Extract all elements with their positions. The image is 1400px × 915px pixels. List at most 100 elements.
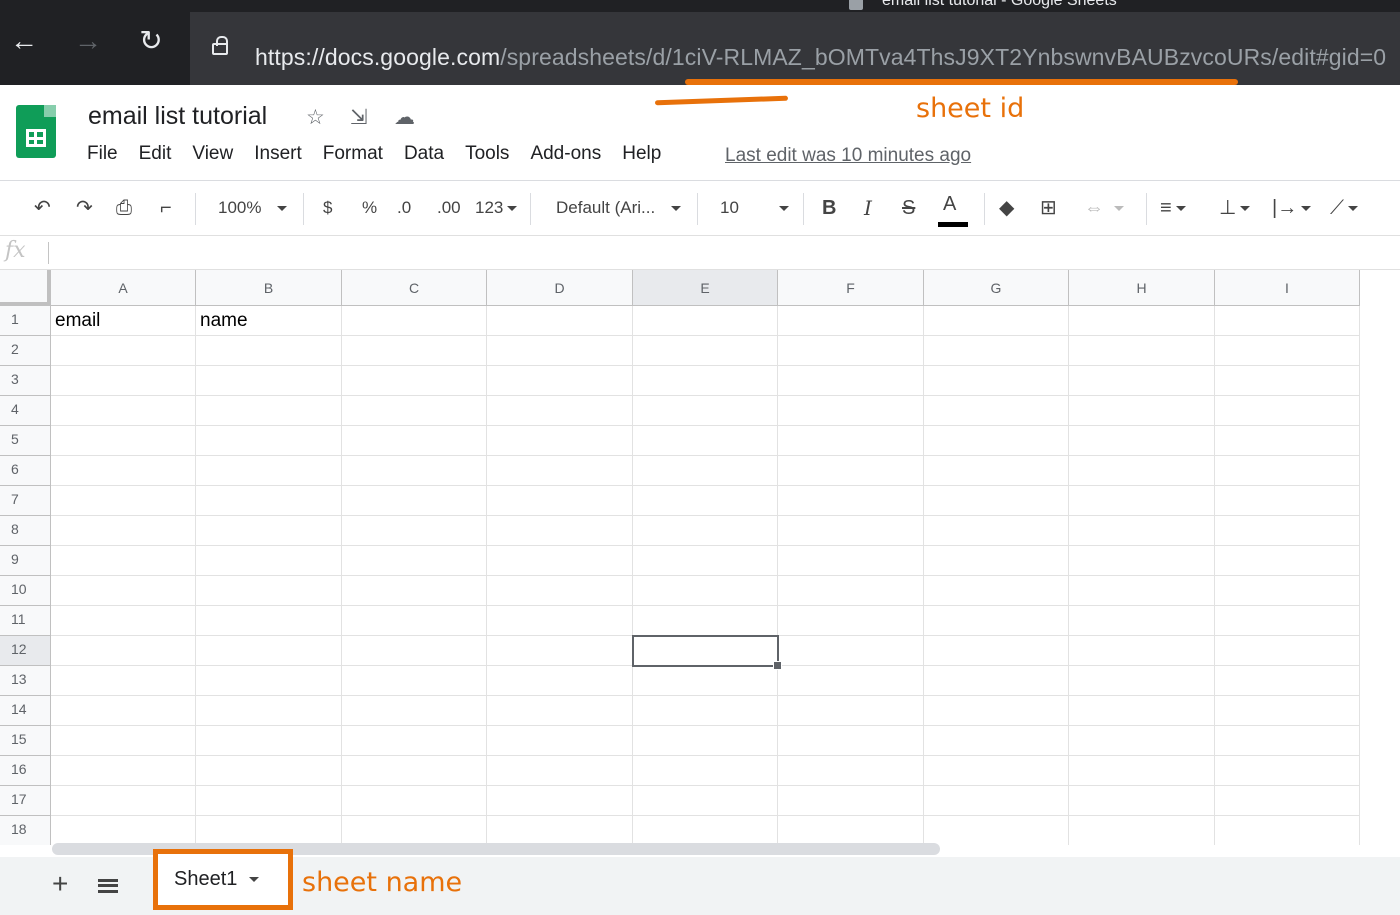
cell-c6[interactable] [342, 456, 487, 486]
row-header-2[interactable]: 2 [0, 336, 51, 366]
cell-e4[interactable] [633, 396, 778, 426]
cell-f12[interactable] [778, 636, 924, 666]
cell-f9[interactable] [778, 546, 924, 576]
cell-c2[interactable] [342, 336, 487, 366]
cell-c18[interactable] [342, 816, 487, 845]
cell-h13[interactable] [1069, 666, 1215, 696]
reload-icon[interactable]: ↻ [136, 26, 166, 56]
cell-d16[interactable] [487, 756, 633, 786]
column-header-e[interactable]: E [633, 270, 778, 306]
cell-e10[interactable] [633, 576, 778, 606]
cell-c10[interactable] [342, 576, 487, 606]
all-sheets-list-icon[interactable] [98, 879, 118, 893]
cell-i2[interactable] [1215, 336, 1360, 366]
cell-f1[interactable] [778, 306, 924, 336]
cell-b12[interactable] [196, 636, 342, 666]
cell-e5[interactable] [633, 426, 778, 456]
percent-format-button[interactable]: % [362, 195, 377, 221]
last-edit-link[interactable]: Last edit was 10 minutes ago [725, 145, 971, 167]
cell-e7[interactable] [633, 486, 778, 516]
cell-h10[interactable] [1069, 576, 1215, 606]
cell-e13[interactable] [633, 666, 778, 696]
cell-g10[interactable] [924, 576, 1069, 606]
cell-h5[interactable] [1069, 426, 1215, 456]
cell-h7[interactable] [1069, 486, 1215, 516]
move-to-folder-icon[interactable]: ⇲ [350, 105, 368, 130]
cell-d5[interactable] [487, 426, 633, 456]
cell-g14[interactable] [924, 696, 1069, 726]
cell-a9[interactable] [51, 546, 196, 576]
cell-b1[interactable]: name [196, 306, 342, 336]
bold-button[interactable]: B [822, 195, 836, 221]
row-header-3[interactable]: 3 [0, 366, 51, 396]
cell-b15[interactable] [196, 726, 342, 756]
cell-b18[interactable] [196, 816, 342, 845]
column-header-f[interactable]: F [778, 270, 924, 306]
cell-g12[interactable] [924, 636, 1069, 666]
cell-i6[interactable] [1215, 456, 1360, 486]
font-size-select[interactable]: 10 [720, 195, 789, 221]
cell-h18[interactable] [1069, 816, 1215, 845]
row-header-16[interactable]: 16 [0, 756, 51, 786]
menu-help[interactable]: Help [622, 143, 661, 165]
cell-b14[interactable] [196, 696, 342, 726]
cell-h14[interactable] [1069, 696, 1215, 726]
url-input[interactable]: https://docs.google.com/spreadsheets/d/1… [190, 12, 1400, 85]
cell-i16[interactable] [1215, 756, 1360, 786]
cell-c13[interactable] [342, 666, 487, 696]
cell-h15[interactable] [1069, 726, 1215, 756]
row-header-18[interactable]: 18 [0, 816, 51, 845]
row-header-13[interactable]: 13 [0, 666, 51, 696]
cell-h17[interactable] [1069, 786, 1215, 816]
cell-d2[interactable] [487, 336, 633, 366]
cell-b13[interactable] [196, 666, 342, 696]
cell-g6[interactable] [924, 456, 1069, 486]
row-header-17[interactable]: 17 [0, 786, 51, 816]
cell-a16[interactable] [51, 756, 196, 786]
cell-g1[interactable] [924, 306, 1069, 336]
cell-a5[interactable] [51, 426, 196, 456]
cell-f7[interactable] [778, 486, 924, 516]
cell-h8[interactable] [1069, 516, 1215, 546]
cell-i9[interactable] [1215, 546, 1360, 576]
cell-d1[interactable] [487, 306, 633, 336]
cell-c9[interactable] [342, 546, 487, 576]
cell-d3[interactable] [487, 366, 633, 396]
cell-h3[interactable] [1069, 366, 1215, 396]
increase-decimal-button[interactable]: .00 [437, 195, 461, 221]
undo-icon[interactable]: ↶ [34, 195, 51, 221]
row-header-7[interactable]: 7 [0, 486, 51, 516]
cell-e8[interactable] [633, 516, 778, 546]
row-header-12[interactable]: 12 [0, 636, 51, 666]
cell-e1[interactable] [633, 306, 778, 336]
column-header-g[interactable]: G [924, 270, 1069, 306]
cell-g16[interactable] [924, 756, 1069, 786]
merge-cells-icon[interactable]: ⇔ [1084, 195, 1124, 221]
zoom-select[interactable]: 100% [218, 195, 288, 221]
select-all-corner[interactable] [0, 270, 51, 306]
cell-a14[interactable] [51, 696, 196, 726]
chevron-down-icon[interactable] [249, 877, 260, 882]
cell-a1[interactable]: email [51, 306, 196, 336]
cell-f10[interactable] [778, 576, 924, 606]
document-title[interactable]: email list tutorial [88, 102, 267, 131]
cell-f18[interactable] [778, 816, 924, 845]
cell-h4[interactable] [1069, 396, 1215, 426]
cell-e14[interactable] [633, 696, 778, 726]
cell-g2[interactable] [924, 336, 1069, 366]
cell-g18[interactable] [924, 816, 1069, 845]
cell-g5[interactable] [924, 426, 1069, 456]
cell-d14[interactable] [487, 696, 633, 726]
cell-d4[interactable] [487, 396, 633, 426]
column-header-a[interactable]: A [51, 270, 196, 306]
cell-d8[interactable] [487, 516, 633, 546]
cell-f4[interactable] [778, 396, 924, 426]
cell-i15[interactable] [1215, 726, 1360, 756]
column-header-c[interactable]: C [342, 270, 487, 306]
cell-a2[interactable] [51, 336, 196, 366]
menu-tools[interactable]: Tools [465, 143, 509, 165]
row-header-8[interactable]: 8 [0, 516, 51, 546]
row-header-4[interactable]: 4 [0, 396, 51, 426]
cell-d7[interactable] [487, 486, 633, 516]
cell-i1[interactable] [1215, 306, 1360, 336]
